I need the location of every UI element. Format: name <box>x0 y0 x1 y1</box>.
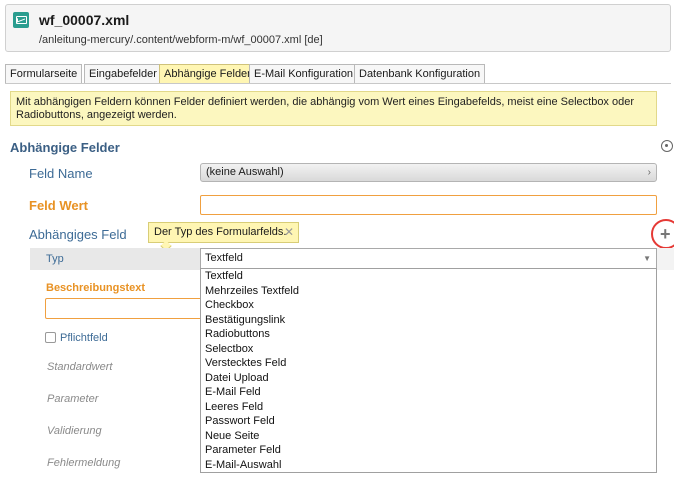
feld-wert-input[interactable] <box>200 195 657 215</box>
info-box: Mit abhängigen Feldern können Felder def… <box>10 91 657 126</box>
typ-option[interactable]: E-Mail-Auswahl <box>201 458 656 473</box>
typ-option[interactable]: Checkbox <box>201 298 656 313</box>
close-icon[interactable]: ✕ <box>284 223 294 242</box>
typ-option[interactable]: Radiobuttons <box>201 327 656 342</box>
tab-bar: Formularseite Eingabefelder Abhängige Fe… <box>5 64 671 84</box>
fehlermeldung-label: Fehlermeldung <box>47 457 121 469</box>
typ-option[interactable]: Bestätigungslink <box>201 313 656 328</box>
settings-circle-icon[interactable] <box>661 140 673 152</box>
feld-wert-label: Feld Wert <box>29 198 88 213</box>
typ-select[interactable]: Textfeld ▼ <box>200 248 657 269</box>
tooltip-text: Der Typ des Formularfelds. <box>154 226 287 238</box>
chevron-down-icon: ▼ <box>643 254 651 263</box>
feld-name-select[interactable]: (keine Auswahl) › <box>200 163 657 182</box>
typ-option[interactable]: Parameter Feld <box>201 443 656 458</box>
add-icon[interactable]: + <box>660 224 671 245</box>
tab-eingabefelder[interactable]: Eingabefelder <box>84 64 162 83</box>
type-tooltip: Der Typ des Formularfelds. ✕ <box>148 222 299 243</box>
validierung-label: Validierung <box>47 425 102 437</box>
typ-option[interactable]: Selectbox <box>201 342 656 357</box>
typ-option[interactable]: Neue Seite <box>201 429 656 444</box>
beschreibungstext-input[interactable] <box>45 298 205 319</box>
beschreibungstext-label: Beschreibungstext <box>46 282 146 294</box>
abhaengiges-feld-label: Abhängiges Feld <box>29 227 127 242</box>
editor-header: wf_00007.xml /anleitung-mercury/.content… <box>5 4 671 52</box>
typ-option[interactable]: E-Mail Feld <box>201 385 656 400</box>
typ-label: Typ <box>46 253 64 265</box>
typ-selected-value: Textfeld <box>205 252 243 264</box>
typ-option[interactable]: Mehrzeiles Textfeld <box>201 284 656 299</box>
typ-dropdown-list: Textfeld Mehrzeiles Textfeld Checkbox Be… <box>200 268 657 473</box>
parameter-label: Parameter <box>47 393 99 405</box>
section-title: Abhängige Felder <box>10 140 120 155</box>
tab-email-konfiguration[interactable]: E-Mail Konfiguration <box>249 64 359 83</box>
typ-option[interactable]: Datei Upload <box>201 371 656 386</box>
tab-abhaengige-felder[interactable]: Abhängige Felder <box>159 64 256 83</box>
pflichtfeld-label: Pflichtfeld <box>60 332 108 344</box>
typ-option[interactable]: Verstecktes Feld <box>201 356 656 371</box>
file-path: /anleitung-mercury/.content/webform-m/wf… <box>39 34 323 46</box>
typ-option[interactable]: Passwort Feld <box>201 414 656 429</box>
feld-name-label: Feld Name <box>29 166 93 181</box>
typ-option[interactable]: Textfeld <box>201 269 656 284</box>
tab-datenbank-konfiguration[interactable]: Datenbank Konfiguration <box>354 64 486 83</box>
typ-option[interactable]: Leeres Feld <box>201 400 656 415</box>
pflichtfeld-checkbox[interactable] <box>45 332 56 343</box>
form-file-icon <box>13 12 29 28</box>
standardwert-label: Standardwert <box>47 361 113 373</box>
chevron-right-icon: › <box>647 167 651 178</box>
file-title: wf_00007.xml <box>39 12 130 28</box>
feld-name-value: (keine Auswahl) <box>206 166 284 178</box>
tab-formularseite[interactable]: Formularseite <box>5 64 83 83</box>
